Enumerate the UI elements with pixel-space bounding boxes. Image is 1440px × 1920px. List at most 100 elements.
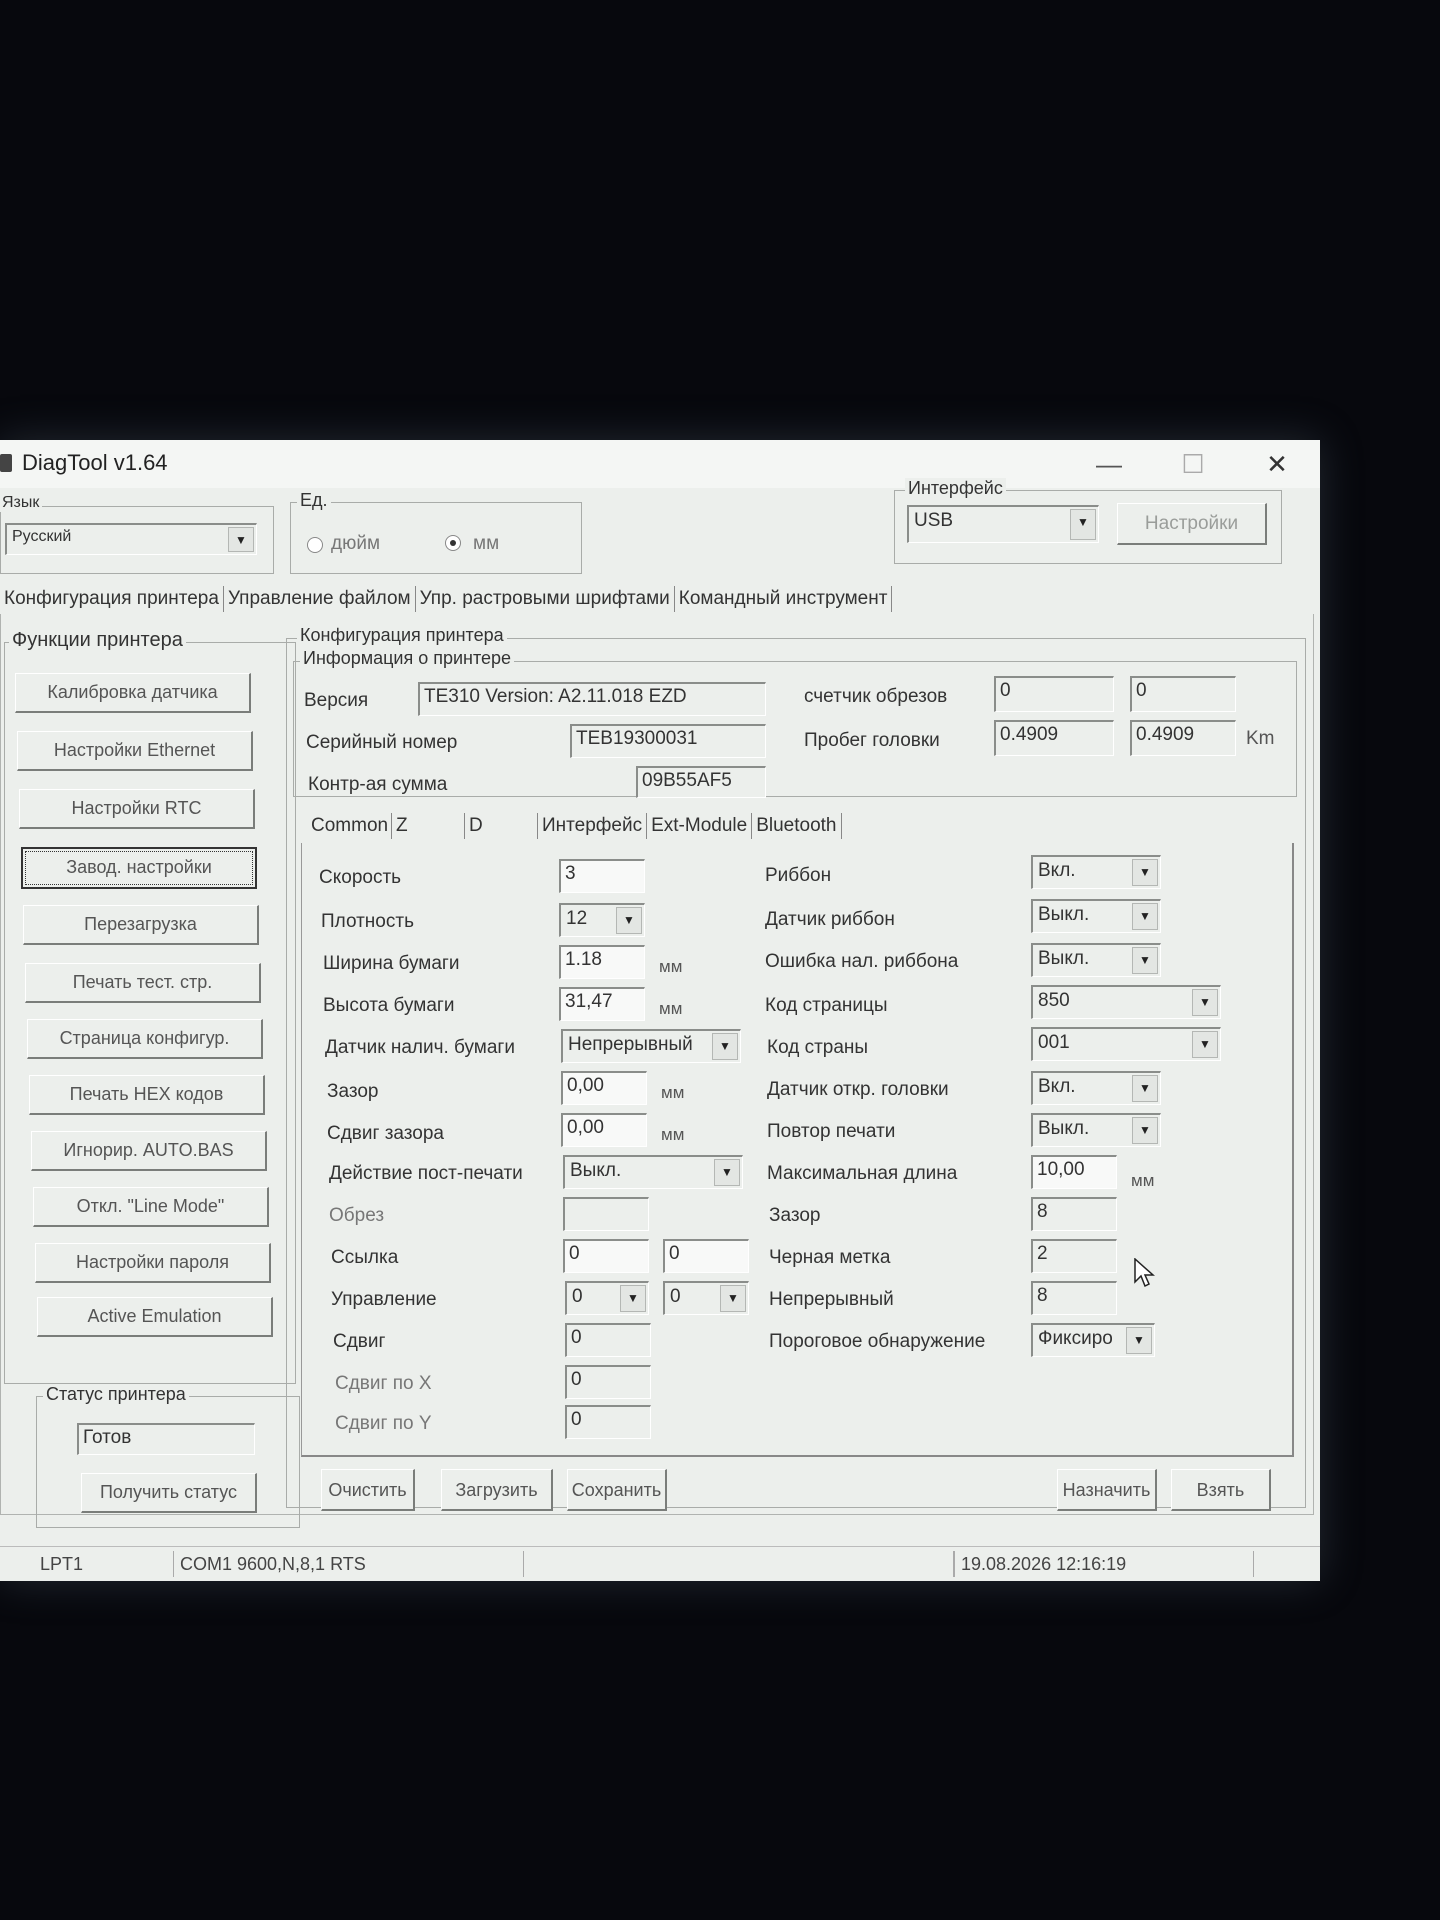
- tab-bitmap-fonts[interactable]: Упр. растровыми шрифтами: [416, 586, 675, 612]
- printer-status-field: Готов: [77, 1423, 255, 1455]
- speed-field[interactable]: 3: [559, 859, 645, 893]
- checksum-field: 09B55AF5: [636, 766, 766, 798]
- shift-y-label: Сдвиг по Y: [335, 1413, 432, 1434]
- restart-button[interactable]: Перезагрузка: [23, 905, 259, 945]
- inch-radio[interactable]: [307, 537, 323, 553]
- chevron-down-icon: ▼: [228, 527, 254, 552]
- paper-width-field[interactable]: 1.18: [559, 945, 645, 979]
- reprint-label: Повтор печати: [767, 1121, 896, 1142]
- shift-x-field: 0: [565, 1365, 651, 1399]
- interface-label: Интерфейс: [905, 478, 1006, 499]
- tab-file-management[interactable]: Управление файлом: [224, 586, 416, 612]
- control-select-2[interactable]: 0 ▼: [663, 1281, 749, 1315]
- interface-settings-button[interactable]: Настройки: [1117, 503, 1267, 545]
- paper-height-field[interactable]: 31,47: [559, 987, 645, 1021]
- black-mark-label: Черная метка: [769, 1247, 891, 1268]
- active-emulation-button[interactable]: Active Emulation: [37, 1297, 273, 1337]
- gap-offset-label: Сдвиг зазора: [327, 1123, 444, 1144]
- paper-height-unit: мм: [659, 999, 683, 1018]
- black-mark-field: 2: [1031, 1239, 1117, 1273]
- tab-common[interactable]: Common: [307, 813, 392, 839]
- paper-sensor-label: Датчик налич. бумаги: [325, 1037, 515, 1058]
- gap-field[interactable]: 0,00: [561, 1071, 647, 1105]
- tab-interface[interactable]: Интерфейс: [538, 813, 648, 839]
- serial-field: TEB19300031: [570, 724, 766, 758]
- close-button[interactable]: ✕: [1250, 444, 1304, 484]
- max-length-field[interactable]: 10,00: [1031, 1155, 1117, 1189]
- status-bar: LPT1 COM1 9600,N,8,1 RTS 19.08.2026 12:1…: [0, 1546, 1320, 1581]
- head-mileage-label: Пробег головки: [804, 730, 940, 751]
- minimize-button[interactable]: —: [1082, 444, 1136, 484]
- serial-label: Серийный номер: [306, 732, 458, 753]
- rtc-settings-button[interactable]: Настройки RTC: [19, 789, 255, 829]
- printer-status-label: Статус принтера: [43, 1384, 189, 1405]
- ribbon-value: Вкл.: [1038, 860, 1076, 881]
- tab-command-tool[interactable]: Командный инструмент: [675, 586, 893, 612]
- ribbon-select[interactable]: Вкл. ▼: [1031, 855, 1161, 889]
- app-icon: [0, 454, 12, 472]
- chevron-down-icon: ▼: [1132, 1117, 1158, 1144]
- country-select[interactable]: 001 ▼: [1031, 1027, 1221, 1061]
- ribbon-label: Риббон: [765, 865, 832, 886]
- get-button[interactable]: Взять: [1171, 1469, 1271, 1511]
- ribbon-error-select[interactable]: Выкл. ▼: [1031, 943, 1161, 977]
- head-mileage-unit: Km: [1246, 728, 1275, 749]
- control-select-1[interactable]: 0 ▼: [565, 1281, 649, 1315]
- reference-field-1[interactable]: 0: [563, 1239, 649, 1273]
- factory-defaults-button[interactable]: Завод. настройки: [21, 847, 257, 889]
- max-length-unit: мм: [1131, 1171, 1155, 1190]
- chevron-down-icon: ▼: [1132, 947, 1158, 974]
- cut-counter-label: счетчик обрезов: [804, 686, 948, 707]
- ribbon-error-label: Ошибка нал. риббона: [765, 951, 959, 972]
- interface-select[interactable]: USB ▼: [907, 505, 1099, 543]
- ethernet-settings-button[interactable]: Настройки Ethernet: [17, 731, 253, 771]
- paper-height-label: Высота бумаги: [323, 995, 455, 1016]
- head-open-select[interactable]: Вкл. ▼: [1031, 1071, 1161, 1105]
- gap2-label: Зазор: [769, 1205, 821, 1226]
- post-print-label: Действие пост-печати: [329, 1163, 523, 1184]
- continuous-field: 8: [1031, 1281, 1117, 1315]
- config-page-button[interactable]: Страница конфигур.: [27, 1019, 263, 1059]
- assign-button[interactable]: Назначить: [1057, 1469, 1157, 1511]
- save-button[interactable]: Сохранить: [567, 1469, 667, 1511]
- reference-field-2[interactable]: 0: [663, 1239, 749, 1273]
- print-test-page-button[interactable]: Печать тест. стр.: [25, 963, 261, 1003]
- codepage-label: Код страницы: [765, 995, 888, 1016]
- title-bar: DiagTool v1.64 — ☐ ✕: [0, 440, 1320, 488]
- ribbon-sensor-select[interactable]: Выкл. ▼: [1031, 899, 1161, 933]
- threshold-select[interactable]: Фиксиро ▼: [1031, 1323, 1155, 1357]
- calibrate-sensor-button[interactable]: Калибровка датчика: [15, 673, 251, 713]
- version-field: TE310 Version: A2.11.018 EZD: [418, 682, 766, 716]
- control-value-2: 0: [670, 1286, 681, 1307]
- tab-d[interactable]: D: [465, 813, 538, 839]
- ribbon-sensor-value: Выкл.: [1038, 904, 1090, 925]
- reprint-select[interactable]: Выкл. ▼: [1031, 1113, 1161, 1147]
- print-hex-button[interactable]: Печать HEX кодов: [29, 1075, 265, 1115]
- chevron-down-icon: ▼: [714, 1159, 740, 1186]
- sub-tabs: Common Z D Интерфейс Ext-Module Bluetoot…: [307, 813, 842, 841]
- tab-bluetooth[interactable]: Bluetooth: [752, 813, 842, 839]
- tab-z[interactable]: Z: [392, 813, 465, 839]
- density-select[interactable]: 12 ▼: [559, 903, 645, 937]
- load-button[interactable]: Загрузить: [441, 1469, 553, 1511]
- post-print-select[interactable]: Выкл. ▼: [563, 1155, 743, 1189]
- codepage-select[interactable]: 850 ▼: [1031, 985, 1221, 1019]
- chevron-down-icon: ▼: [620, 1285, 646, 1312]
- password-settings-button[interactable]: Настройки пароля: [35, 1243, 271, 1283]
- disable-line-mode-button[interactable]: Откл. "Line Mode": [33, 1187, 269, 1227]
- tab-ext-module[interactable]: Ext-Module: [647, 813, 753, 839]
- clear-button[interactable]: Очистить: [321, 1469, 415, 1511]
- language-select[interactable]: Русский ▼: [5, 523, 257, 555]
- maximize-button[interactable]: ☐: [1166, 444, 1220, 484]
- paper-sensor-select[interactable]: Непрерывный ▼: [561, 1029, 741, 1063]
- language-group: Язык Русский ▼: [0, 494, 274, 574]
- gap-offset-field[interactable]: 0,00: [561, 1113, 647, 1147]
- tab-printer-config[interactable]: Конфигурация принтера: [0, 586, 224, 612]
- get-status-button[interactable]: Получить статус: [81, 1473, 257, 1513]
- shift-y-field: 0: [565, 1405, 651, 1439]
- codepage-value: 850: [1038, 990, 1070, 1011]
- mm-radio[interactable]: [445, 535, 461, 551]
- reference-label: Ссылка: [331, 1247, 399, 1268]
- ignore-autobas-button[interactable]: Игнорир. AUTO.BAS: [31, 1131, 267, 1171]
- status-com: COM1 9600,N,8,1 RTS: [174, 1551, 524, 1577]
